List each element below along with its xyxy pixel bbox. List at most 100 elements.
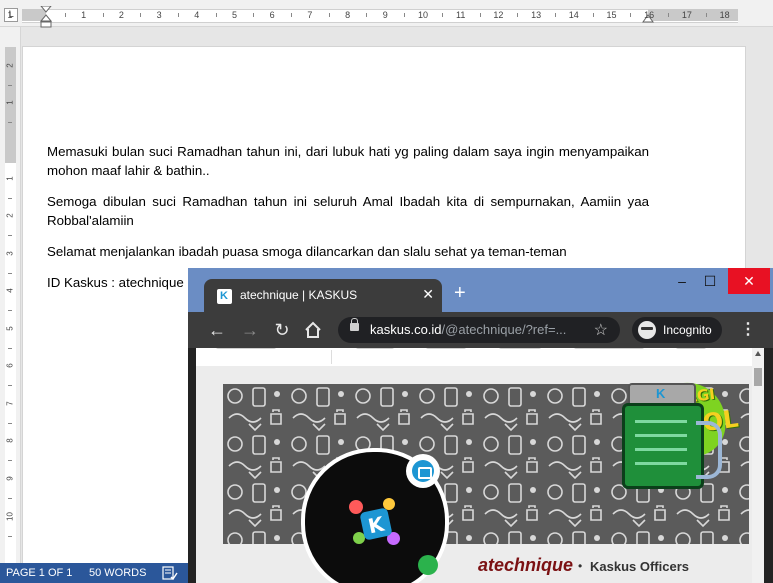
avatar-decoration (349, 500, 363, 514)
incognito-indicator[interactable]: Incognito (632, 317, 722, 343)
site-navigation (196, 348, 752, 367)
ruler-tick (630, 13, 632, 17)
proofing-icon[interactable] (162, 566, 178, 580)
ruler-tick (705, 13, 707, 17)
vertical-ruler-number: 8 (5, 438, 15, 443)
ruler-number: 4 (194, 10, 200, 20)
vertical-ruler-number: 1 (5, 176, 15, 181)
ruler-number: 6 (269, 10, 275, 20)
ruler-number: 8 (345, 10, 351, 20)
ruler-number: 2 (118, 10, 124, 20)
vertical-ruler-number: 1 (5, 100, 15, 105)
separator-dot: • (578, 559, 583, 573)
ruler-tick (441, 13, 443, 17)
menu-kebab-icon[interactable]: ⋮ (740, 320, 756, 340)
ruler-number: 7 (307, 10, 313, 20)
browser-tab[interactable]: atechnique | KASKUS ✕ (204, 279, 442, 313)
ruler-tick (215, 13, 217, 17)
word-count[interactable]: 50 WORDS (89, 563, 146, 583)
lock-icon[interactable] (350, 318, 359, 331)
vertical-ruler[interactable]: 2 1 1 2 3 4 5 6 7 8 9 10 (0, 27, 21, 563)
address-bar[interactable]: kaskus.co.id/@atechnique/?ref=... ☆ (338, 317, 620, 343)
ruler-tick (554, 13, 556, 17)
vertical-ruler-number: 10 (5, 512, 15, 521)
incognito-icon (638, 321, 656, 339)
url-path: /@atechnique/?ref=... (441, 322, 567, 337)
nav-item[interactable] (499, 348, 541, 349)
ruler-tick (64, 13, 66, 17)
url-host: kaskus.co.id (370, 322, 442, 337)
ruler-tick (592, 13, 594, 17)
ruler-number: 17 (681, 10, 692, 20)
ruler-number: 11 (456, 10, 466, 20)
paragraph-1: Memasuki bulan suci Ramadhan tahun ini, … (47, 144, 649, 178)
camera-icon[interactable] (406, 454, 440, 488)
ruler-tick (177, 13, 179, 17)
nav-item[interactable] (574, 348, 644, 349)
maximize-button[interactable]: ☐ (694, 268, 726, 294)
vertical-ruler-tick (8, 498, 12, 499)
close-window-button[interactable]: ✕ (728, 268, 770, 294)
home-icon[interactable] (304, 321, 322, 339)
vertical-ruler-tick (8, 310, 12, 311)
incognito-label: Incognito (663, 323, 712, 337)
vertical-ruler-tick (8, 536, 12, 537)
browser-toolbar: ← → ↻ kaskus.co.id/@atechnique/?ref=... … (188, 312, 773, 348)
ruler-tick (517, 13, 519, 17)
ruler-tick (253, 13, 255, 17)
scroll-thumb[interactable] (754, 368, 762, 386)
browser-window: – ☐ ✕ atechnique | KASKUS ✕ + ← → ↻ kask… (188, 268, 773, 583)
ruler-number: 16 (644, 10, 655, 20)
indent-marker-icon[interactable] (40, 6, 52, 30)
ruler-tick (102, 13, 104, 17)
ruler-tick (404, 13, 406, 17)
browser-titlebar[interactable]: – ☐ ✕ atechnique | KASKUS ✕ + (188, 268, 773, 313)
ruler-tick (479, 13, 481, 17)
scroll-up-icon[interactable] (755, 351, 761, 356)
ruler-tick (366, 13, 368, 17)
nav-item[interactable] (216, 348, 276, 349)
ruler-number: 5 (231, 10, 237, 20)
ruler-tick (668, 13, 670, 17)
vertical-ruler-number: 2 (5, 63, 15, 68)
ruler-number: 13 (531, 10, 542, 20)
vertical-ruler-tick (8, 385, 12, 386)
profile-role: Kaskus Officers (590, 559, 689, 574)
bookmark-star-icon[interactable]: ☆ (594, 320, 608, 340)
vertical-ruler-tick (8, 85, 12, 86)
back-arrow-icon[interactable]: ← (205, 318, 229, 342)
close-tab-icon[interactable]: ✕ (422, 286, 434, 303)
page-count[interactable]: PAGE 1 OF 1 (6, 563, 72, 583)
vertical-ruler-tick (8, 198, 12, 199)
forward-arrow-icon[interactable]: → (238, 318, 262, 342)
paragraph-2: Semoga dibulan suci Ramadhan tahun ini s… (47, 194, 649, 228)
vertical-ruler-tick (8, 460, 12, 461)
vertical-ruler-number: 4 (5, 288, 15, 293)
horizontal-ruler[interactable]: L 1 1 2 3 4 5 6 7 8 9 10 11 12 13 14 15 16 17 18 (0, 0, 773, 30)
vertical-ruler-number: 6 (5, 363, 15, 368)
nav-item[interactable] (356, 348, 394, 349)
kaskus-favicon-icon (217, 289, 232, 304)
ruler-tick (328, 13, 330, 17)
ruler-number: 14 (568, 10, 579, 20)
ruler-number: 15 (606, 10, 617, 20)
ruler-number: 18 (719, 10, 730, 20)
vertical-ruler-tick (8, 235, 12, 236)
new-tab-button[interactable]: + (454, 282, 466, 305)
vertical-ruler-tick (8, 423, 12, 424)
ruler-tick (140, 13, 142, 17)
vertical-scrollbar[interactable] (752, 348, 764, 583)
vertical-ruler-tick (8, 348, 12, 349)
reload-icon[interactable]: ↻ (270, 318, 294, 342)
cendol-mug-icon[interactable] (618, 383, 723, 505)
nav-item[interactable] (426, 348, 466, 349)
ruler-number: 3 (156, 10, 162, 20)
ruler-tick (291, 13, 293, 17)
mug-body (622, 403, 704, 489)
ruler-number: 10 (417, 10, 428, 20)
nav-item[interactable] (676, 348, 706, 349)
vertical-ruler-number: 5 (5, 326, 15, 331)
vertical-ruler-number: 7 (5, 401, 15, 406)
ruler-number: 1 (7, 10, 13, 20)
tab-title: atechnique | KASKUS (240, 288, 358, 302)
